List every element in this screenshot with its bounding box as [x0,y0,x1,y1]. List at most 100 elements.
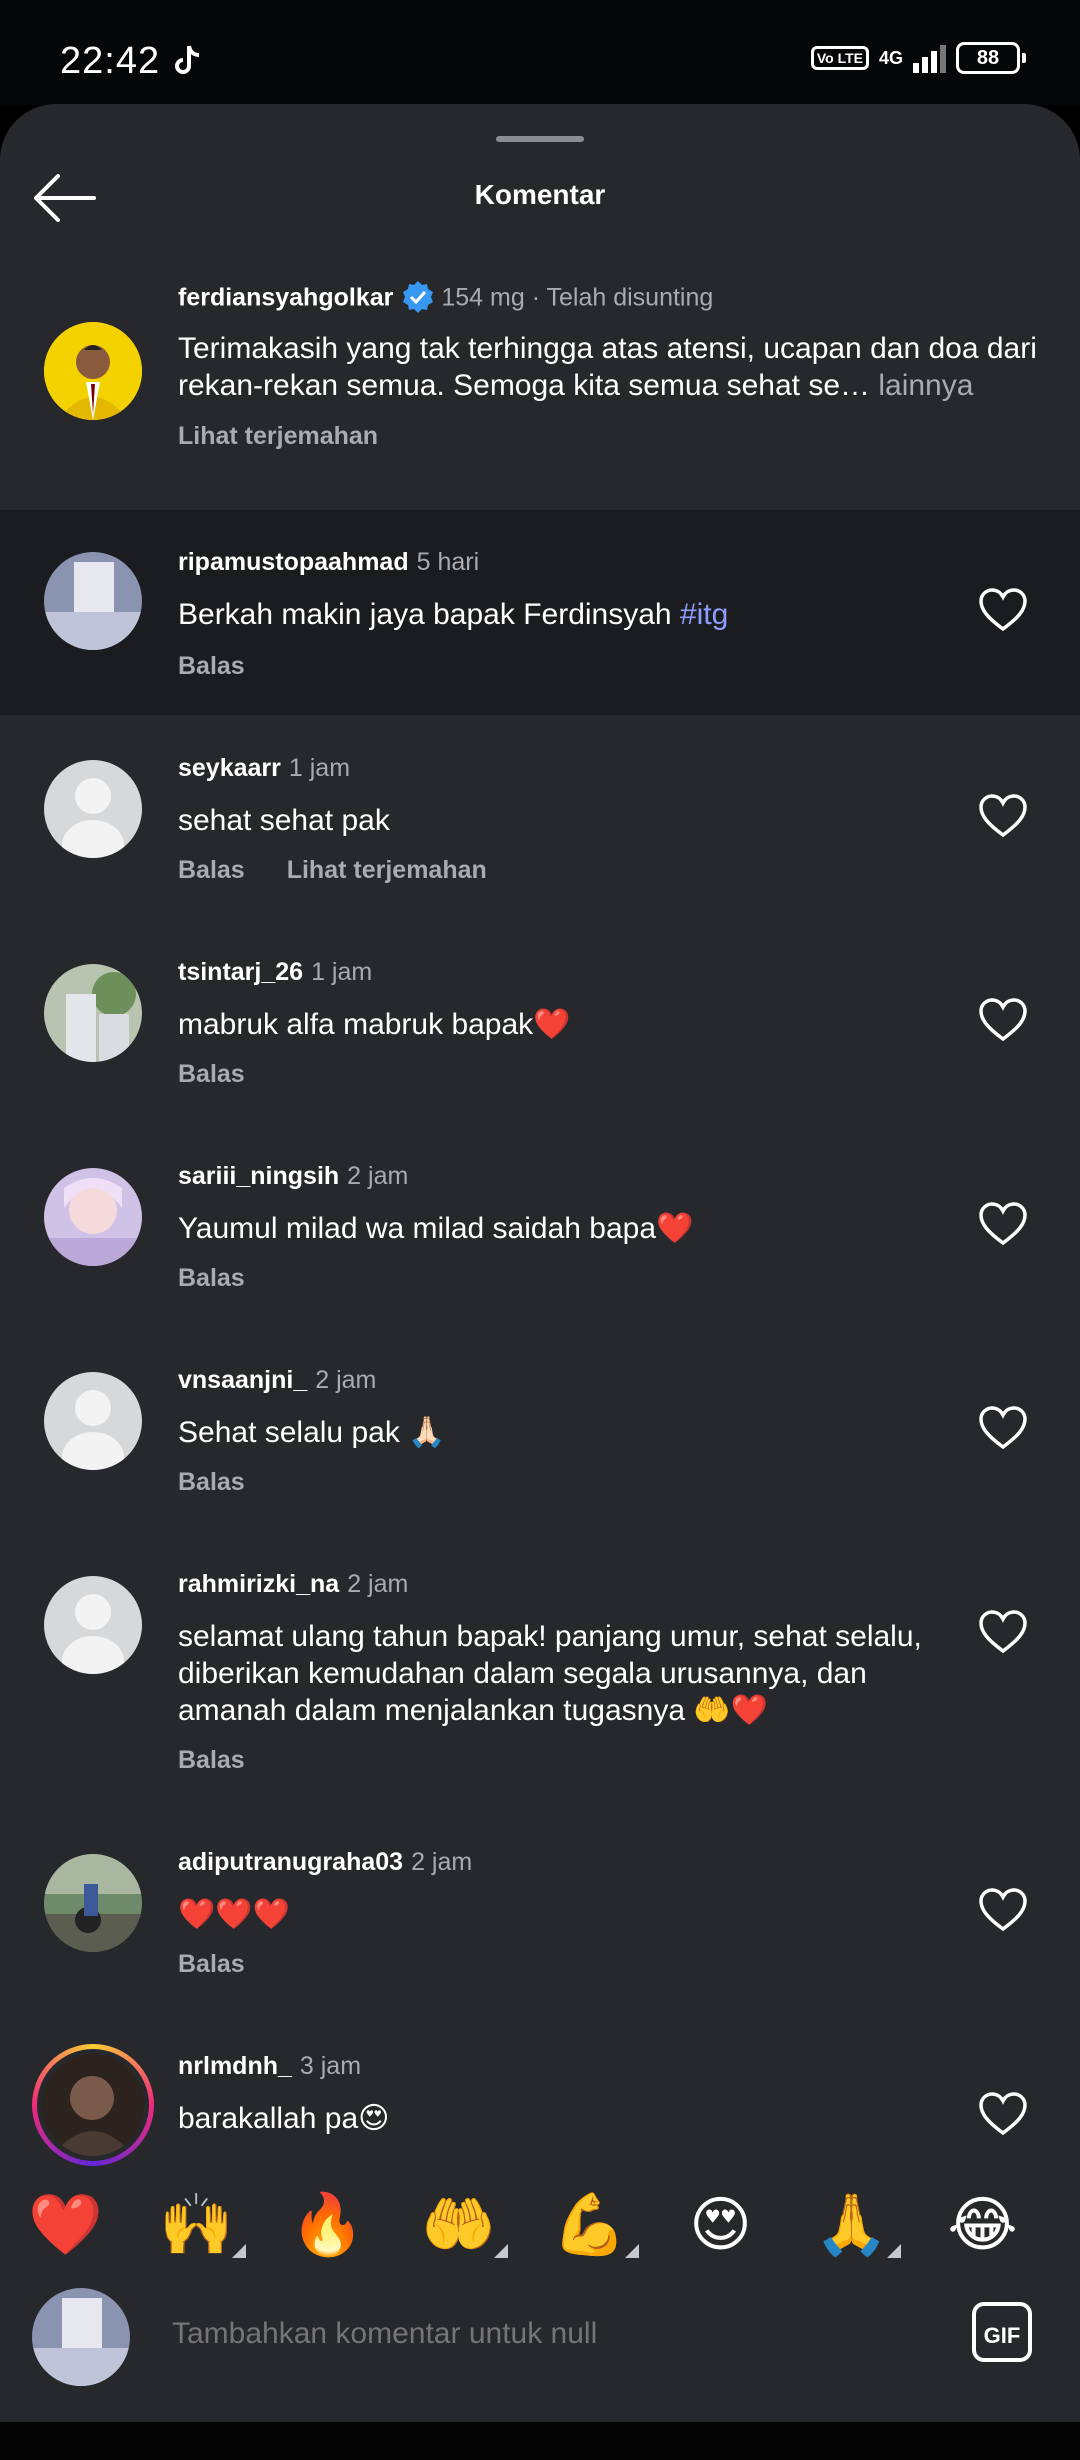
emoji-button[interactable]: 😍 [655,2170,786,2280]
emoji-button[interactable]: ❤️ [0,2170,131,2280]
like-heart-icon[interactable] [978,998,1028,1042]
translate-link[interactable]: Lihat terjemahan [287,856,487,884]
system-nav-bar [0,2422,1080,2460]
comment-meta: seykaarr 1 jam [178,754,350,783]
username[interactable]: rahmirizki_na [178,1570,339,1598]
username[interactable]: nrlmdnh_ [178,2052,292,2080]
comment-time: 3 jam [299,2052,362,2080]
comment-meta: adiputranugraha03 2 jam [178,1848,472,1877]
status-bar: 22:42 Vo LTE 4G 88 [0,0,1080,105]
comment-body: Berkah makin jaya bapak Ferdinsyah [178,598,680,631]
verified-badge-icon [403,281,434,313]
comment-time: 5 hari [416,548,480,576]
comment-text: sehat sehat pak [178,804,390,837]
username[interactable]: seykaarr [178,754,281,782]
username[interactable]: vnsaanjni_ [178,1366,307,1394]
username[interactable]: tsintarj_26 [178,958,303,986]
comment-meta: vnsaanjni_ 2 jam [178,1366,376,1395]
current-user-avatar [32,2288,130,2386]
emoji-button[interactable]: 🤲 [393,2170,524,2280]
like-heart-icon[interactable] [978,588,1028,632]
avatar[interactable] [44,1854,142,1952]
comment-meta: nrlmdnh_ 3 jam [178,2052,361,2081]
status-time: 22:42 [60,40,161,82]
avatar[interactable] [44,162,142,260]
folded-hands-emoji: 🙏 [814,2191,889,2258]
more-link[interactable]: lainnya [870,369,973,402]
emoji-button[interactable]: 😂 [917,2170,1048,2280]
username[interactable]: ferdiansyahgolkar [178,284,393,312]
comment-actions: Balas [178,1950,287,1979]
reply-button[interactable]: Balas [178,1950,245,1978]
tears-of-joy-emoji: 😂 [947,2191,1018,2258]
reply-button[interactable]: Balas [178,856,245,884]
like-heart-icon[interactable] [978,794,1028,838]
reply-button[interactable]: Balas [178,1060,245,1088]
avatar-story-ring[interactable] [32,2044,154,2166]
comment-text: Yaumul milad wa milad saidah bapa❤️ [178,1212,694,1245]
drag-handle[interactable] [496,136,584,142]
reply-button[interactable]: Balas [178,1746,245,1774]
emoji-button[interactable]: 🙌 [131,2170,262,2280]
heart-eyes-emoji: 😍 [689,2191,752,2258]
palms-up-emoji: 🤲 [421,2191,496,2258]
reply-button[interactable]: Balas [178,652,245,680]
comment-time: 2 jam [411,1848,473,1876]
comment-time: 2 jam [347,1162,409,1190]
username[interactable]: adiputranugraha03 [178,1848,403,1876]
tiktok-icon [175,45,200,74]
translate-link[interactable]: Lihat terjemahan [178,422,378,450]
comment-text: Berkah makin jaya bapak Ferdinsyah #itg [178,596,1038,633]
avatar[interactable] [44,1372,142,1470]
avatar[interactable] [44,552,142,650]
like-heart-icon[interactable] [978,1202,1028,1246]
username[interactable]: sariii_ningsih [178,1162,339,1190]
comment-time: 1 jam [288,754,351,782]
comment-text: Sehat selalu pak 🙏🏻 [178,1416,446,1449]
hashtag-link[interactable]: #itg [680,598,728,631]
reply-button[interactable]: Balas [178,1264,245,1292]
battery-icon: 88 [956,42,1026,74]
comment-meta: tsintarj_26 1 jam [178,958,372,987]
raising-hands-emoji: 🙌 [159,2191,234,2258]
reply-button[interactable]: Balas [178,1468,245,1496]
like-heart-icon[interactable] [978,1406,1028,1450]
heart-emoji: ❤️ [28,2191,103,2258]
comment-actions: Balas [178,1264,287,1293]
caption-avatar[interactable] [44,322,142,420]
comment-text: mabruk alfa mabruk bapak❤️ [178,1008,571,1041]
caption-actions: Lihat terjemahan [178,422,420,451]
username[interactable]: ripamustopaahmad [178,548,409,576]
comment-time: 2 jam [315,1366,377,1394]
caption-meta: ferdiansyahgolkar 154 mg · Telah disuntin… [178,280,713,318]
flexed-biceps-emoji: 💪 [552,2191,627,2258]
comment-text: selamat ulang tahun bapak! panjang umur,… [178,1620,922,1727]
avatar[interactable] [44,1576,142,1674]
gif-button[interactable]: GIF [972,2302,1032,2362]
caption-time: 154 mg · Telah disunting [441,283,714,312]
comment-time: 1 jam [311,958,373,986]
like-heart-icon[interactable] [978,1888,1028,1932]
avatar[interactable] [44,1168,142,1266]
emoji-button[interactable]: 💪 [524,2170,655,2280]
comment-input[interactable] [170,2316,934,2352]
like-heart-icon[interactable] [978,1610,1028,1654]
comment-meta: rahmirizki_na 2 jam [178,1570,408,1599]
comment-actions: Balas [178,1060,287,1089]
comment-text: ❤️❤️❤️ [178,1898,291,1931]
avatar[interactable] [44,964,142,1062]
emoji-button[interactable]: 🙏 [786,2170,917,2280]
signal-icon [913,43,946,73]
page-title: Komentar [474,179,606,210]
emoji-button[interactable]: 🔥 [262,2170,393,2280]
comment-actions: Balas [178,1746,287,1775]
caption-text: Terimakasih yang tak terhingga atas aten… [178,330,1038,404]
like-heart-icon[interactable] [978,2092,1028,2136]
comment-time: 2 jam [347,1570,409,1598]
fire-emoji: 🔥 [290,2191,365,2258]
network-type: 4G [878,48,903,68]
comments-sheet: Komentar ferdiansyahgolkar 154 mg · Telah… [0,104,1080,2422]
avatar[interactable] [44,760,142,858]
comment-meta: sariii_ningsih 2 jam [178,1162,408,1191]
emoji-reaction-bar: ❤️ 🙌 🔥 🤲 💪 😍 🙏 😂 [0,2170,1080,2280]
